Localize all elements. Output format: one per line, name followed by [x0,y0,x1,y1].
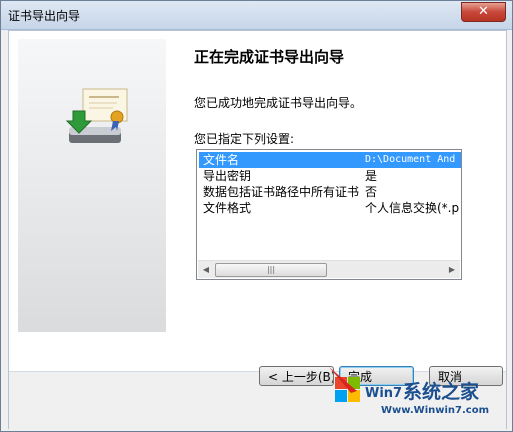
watermark-brand: 系统之家 [403,381,480,403]
page-title: 正在完成证书导出向导 [194,48,345,66]
completion-message: 您已成功地完成证书导出向导。 [194,96,363,110]
wizard-window: 证书导出向导 正在完成证书导出向导 您已成功地完成证书导出向导。 您已指定下列设… [0,0,513,432]
setting-value: 是 [365,169,378,183]
scroll-left-arrow-icon[interactable]: ◀ [198,261,214,278]
window-title: 证书导出向导 [8,9,81,23]
list-item[interactable]: 导出密钥 是 [199,168,461,184]
setting-value: 否 [365,185,378,199]
setting-value: D:\Document And [365,154,456,165]
watermark-url: Www.Winwin7.com [381,405,490,416]
setting-name: 导出密钥 [203,169,252,183]
title-bar[interactable]: 证书导出向导 [1,1,512,30]
certificate-export-icon [65,88,128,143]
settings-caption: 您已指定下列设置: [194,132,295,146]
setting-name: 文件格式 [203,201,252,215]
settings-list[interactable]: 文件名 D:\Document And 导出密钥 是 数据包括证书路径中所有证书… [196,149,462,280]
list-item[interactable]: 文件格式 个人信息交换(*.p [199,200,461,216]
horizontal-scrollbar[interactable]: ◀ ||| ▶ [198,260,460,278]
setting-name: 文件名 [203,153,240,167]
scroll-thumb[interactable]: ||| [215,263,327,277]
setting-name: 数据包括证书路径中所有证书 [203,185,360,199]
list-item[interactable]: 数据包括证书路径中所有证书 否 [199,184,461,200]
list-item[interactable]: 文件名 D:\Document And [199,152,461,168]
scroll-right-arrow-icon[interactable]: ▶ [444,261,460,278]
wizard-side-panel [18,39,166,332]
red-arrow-icon [329,367,357,393]
close-button[interactable] [461,2,506,22]
watermark-win7-text: Win7 [365,386,401,401]
setting-value: 个人信息交换(*.p [365,201,460,215]
